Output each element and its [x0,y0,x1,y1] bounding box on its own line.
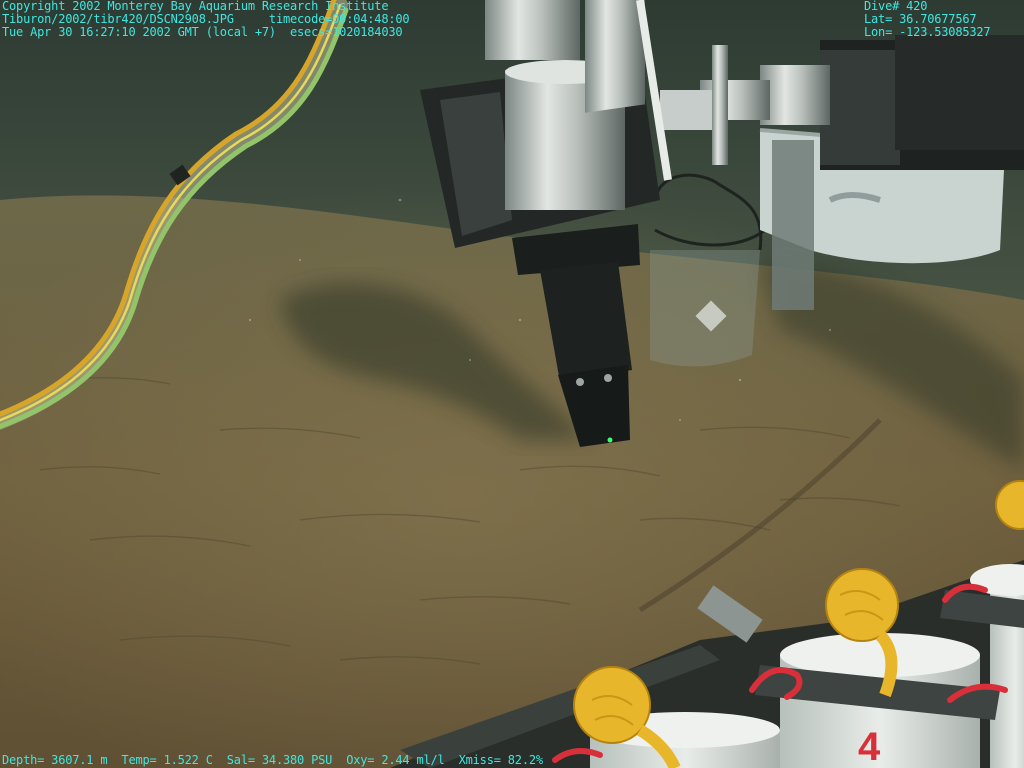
canister-number: 4 [858,725,881,768]
overlay-top-left: Copyright 2002 Monterey Bay Aquarium Res… [2,0,410,39]
overlay-sensor-readout: Depth= 3607.1 m Temp= 1.522 C Sal= 34.38… [2,754,543,767]
rov-camera-frame: 4 Copyright 2002 Monterey Bay Aquarium R… [0,0,1024,768]
longitude: Lon= -123.53085327 [864,25,991,39]
overlay-top-right: Dive# 420 Lat= 36.70677567 Lon= -123.53085… [864,0,991,39]
datetime-esecs-line: Tue Apr 30 16:27:10 2002 GMT (local +7) … [2,25,403,39]
sensor-values: Depth= 3607.1 m Temp= 1.522 C Sal= 34.38… [2,753,543,767]
seafloor-scene: 4 [0,0,1024,768]
